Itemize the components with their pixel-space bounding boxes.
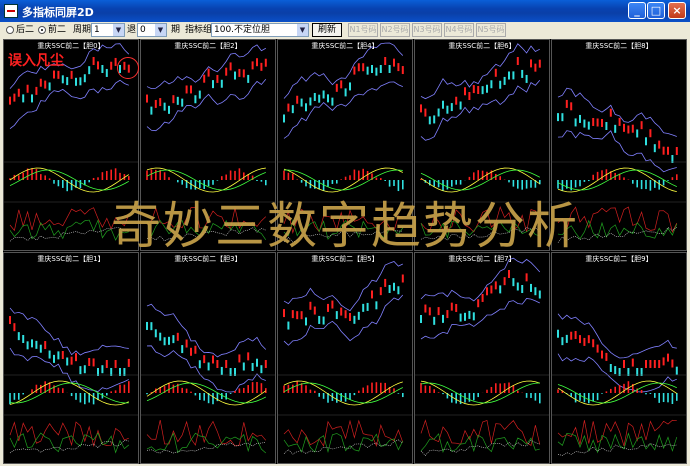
panel-title: 重庆SSC前二【胆6】 xyxy=(448,42,516,50)
chart-panel-6[interactable]: 重庆SSC前二【胆3】 xyxy=(140,252,276,464)
band-lower xyxy=(420,298,540,340)
annotation-circle xyxy=(117,57,139,79)
indicator-line xyxy=(557,443,677,456)
radio-after[interactable] xyxy=(6,26,14,34)
group-button-n2[interactable]: N2号码 xyxy=(380,23,410,37)
band-lower xyxy=(283,81,403,139)
indicator-line xyxy=(146,419,267,447)
back-select[interactable]: 0 ▼ xyxy=(137,23,167,37)
band-lower xyxy=(557,353,677,393)
chevron-down-icon: ▼ xyxy=(155,24,166,36)
indicator-select[interactable]: 100.不定位胆 ▼ xyxy=(211,23,309,37)
indicator-line xyxy=(420,439,540,456)
chart-canvas xyxy=(552,313,686,456)
indicator-line xyxy=(9,440,129,454)
chart-canvas xyxy=(415,257,549,456)
band-lower xyxy=(283,294,404,346)
back-value: 0 xyxy=(140,25,146,35)
indicator-line xyxy=(557,419,677,447)
indicator-value: 100.不定位胆 xyxy=(214,25,271,35)
group-button-n1[interactable]: N1号码 xyxy=(348,23,378,37)
chart-panel-5[interactable]: 重庆SSC前二【胆1】 xyxy=(3,252,139,464)
app-window: 多指标同屏2D _ □ × 后二 前二 周期 1 ▼ 退 0 ▼ 期 指标组 1… xyxy=(0,0,690,466)
maximize-button[interactable]: □ xyxy=(647,2,665,19)
indicator-line xyxy=(420,419,541,447)
chart-panel-9[interactable]: 重庆SSC前二【胆9】 xyxy=(551,252,687,464)
refresh-button[interactable]: 刷新 xyxy=(312,23,342,37)
panel-title: 重庆SSC前二【胆4】 xyxy=(311,42,379,50)
chart-canvas xyxy=(4,307,138,454)
band-upper xyxy=(557,87,677,137)
chart-panel-8[interactable]: 重庆SSC前二【胆7】 xyxy=(414,252,550,464)
radio-front-label: 前二 xyxy=(48,25,67,35)
band-upper xyxy=(420,257,541,302)
period-label: 周期 xyxy=(73,25,92,35)
toolbar: 后二 前二 周期 1 ▼ 退 0 ▼ 期 指标组 100.不定位胆 ▼ 刷新 N… xyxy=(0,22,690,39)
band-lower xyxy=(557,130,677,173)
panel-title: 重庆SSC前二【胆8】 xyxy=(585,42,653,50)
panel-title: 重庆SSC前二【胆2】 xyxy=(174,42,242,50)
chevron-down-icon: ▼ xyxy=(297,24,308,36)
chevron-down-icon: ▼ xyxy=(113,24,124,36)
group-button-n3[interactable]: N3号码 xyxy=(412,23,442,37)
group-button-n5[interactable]: N5号码 xyxy=(476,23,506,37)
indicator-label: 指标组 xyxy=(185,25,213,35)
watermark-text: 奇妙三数字趋势分析 xyxy=(111,197,579,255)
minimize-button[interactable]: _ xyxy=(628,2,646,19)
title-bar[interactable]: 多指标同屏2D _ □ × xyxy=(0,0,690,22)
radio-after-label: 后二 xyxy=(16,25,35,35)
indicator-line xyxy=(420,433,540,454)
radio-front[interactable] xyxy=(38,26,46,34)
close-button[interactable]: × xyxy=(668,2,686,19)
macd-line xyxy=(9,380,129,406)
band-upper xyxy=(146,303,267,358)
period-unit: 期 xyxy=(171,25,181,35)
band-upper xyxy=(283,42,404,99)
indicator-line xyxy=(557,432,678,454)
annotation-text: 误入凡尘 xyxy=(8,53,64,69)
period-select[interactable]: 1 ▼ xyxy=(91,23,125,37)
chart-canvas xyxy=(278,260,412,455)
period-value: 1 xyxy=(94,25,100,35)
chart-panel-7[interactable]: 重庆SSC前二【胆5】 xyxy=(277,252,413,464)
macd-line xyxy=(146,380,267,406)
chart-canvas xyxy=(141,303,275,454)
group-button-n4[interactable]: N4号码 xyxy=(444,23,474,37)
window-title: 多指标同屏2D xyxy=(22,6,94,19)
app-icon xyxy=(4,4,18,18)
back-label: 退 xyxy=(127,25,137,35)
